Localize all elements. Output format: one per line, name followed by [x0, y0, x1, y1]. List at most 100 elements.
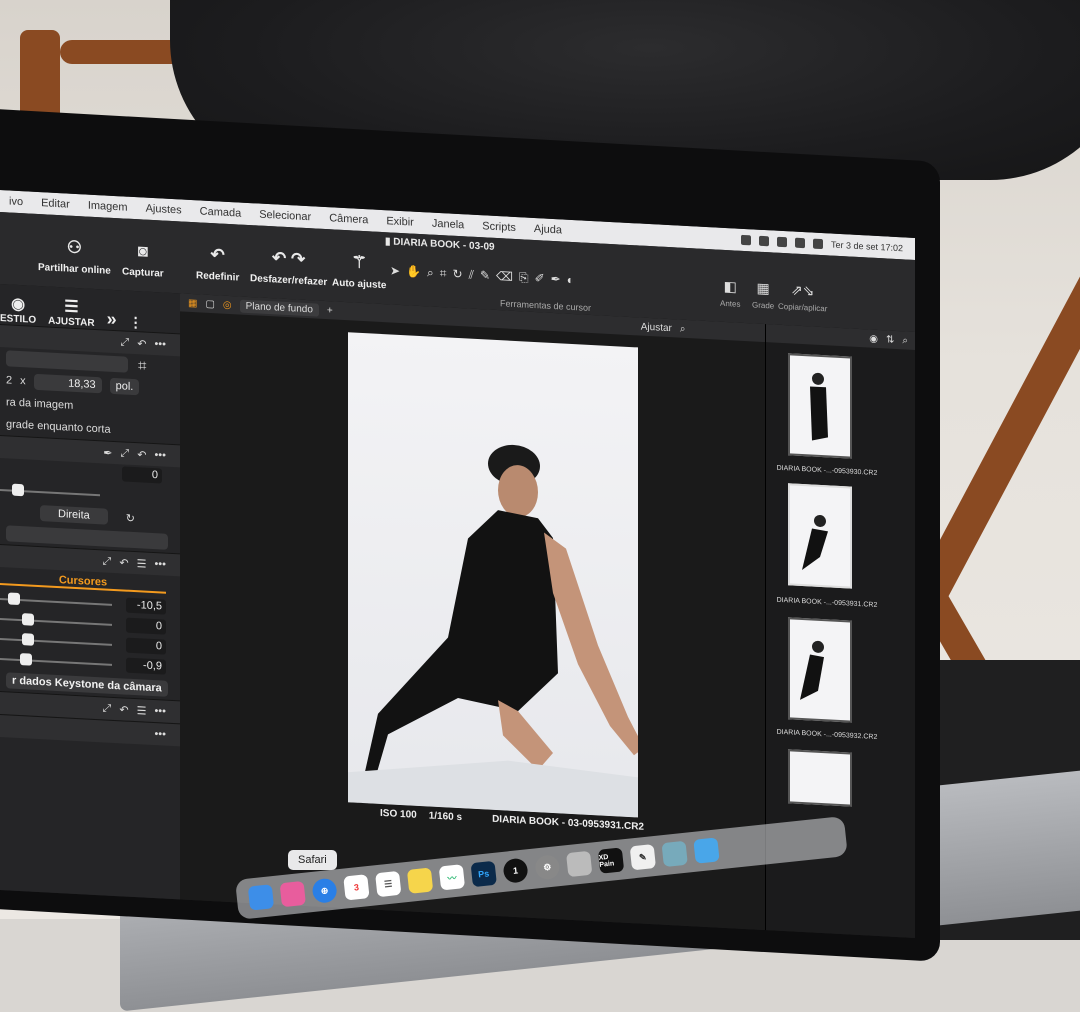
slider-knob[interactable]: [20, 653, 32, 666]
crop-icon[interactable]: ⌗: [138, 357, 146, 374]
slider-value[interactable]: 0: [126, 637, 166, 655]
single-view-icon[interactable]: ▢: [205, 298, 214, 309]
wifi-icon[interactable]: [794, 237, 805, 249]
settings-icon[interactable]: ⚙: [534, 854, 561, 881]
proof-icon[interactable]: ◎: [223, 299, 232, 310]
reset-section-icon[interactable]: ↶: [119, 556, 128, 569]
slider-knob[interactable]: [8, 592, 20, 606]
list-icon[interactable]: ☰: [137, 557, 147, 571]
preview-icon[interactable]: [566, 850, 593, 878]
sort-icon[interactable]: ⇅: [886, 334, 894, 345]
picker-tool-icon[interactable]: ✒: [551, 272, 561, 287]
status-icon[interactable]: [758, 235, 769, 247]
thumbnail[interactable]: [788, 749, 852, 807]
add-layer-icon[interactable]: +: [327, 305, 333, 316]
fit-label[interactable]: Ajustar: [641, 321, 672, 334]
grid-button[interactable]: ▦ Grade: [752, 279, 774, 311]
calendar-icon[interactable]: 3: [343, 874, 370, 901]
tab-adjust[interactable]: ☰ AJUSTAR: [48, 296, 94, 329]
rotate-tool-icon[interactable]: ↻: [453, 267, 463, 282]
status-icon[interactable]: [740, 234, 751, 246]
menu-item[interactable]: Selecionar: [250, 208, 320, 224]
reminders-icon[interactable]: ☰: [375, 870, 402, 898]
volume-icon[interactable]: [776, 236, 787, 248]
reset-section-icon[interactable]: ↶: [137, 337, 146, 350]
crop-width-value[interactable]: 2: [6, 374, 12, 386]
before-button[interactable]: ◧ Antes: [720, 278, 740, 309]
expand-icon[interactable]: ⤢: [120, 447, 129, 460]
crop-height-input[interactable]: 18,33: [33, 373, 102, 394]
slider-knob[interactable]: [22, 613, 34, 626]
gradient-tool-icon[interactable]: ◐: [567, 273, 574, 287]
copy-apply-button[interactable]: ⇗⇘ Copiar/aplicar: [778, 281, 827, 313]
xd-pain-icon[interactable]: XD Pain: [597, 847, 625, 874]
panel-menu-icon[interactable]: ⋮: [129, 314, 143, 332]
list-icon[interactable]: ☰: [137, 704, 147, 718]
photoshop-icon[interactable]: Ps: [470, 860, 497, 888]
safari-icon[interactable]: ⊕: [311, 877, 338, 904]
crop-option-label[interactable]: ra da imagem: [6, 396, 73, 412]
finder-icon[interactable]: [247, 884, 275, 911]
expand-icon[interactable]: ⤢: [120, 336, 129, 349]
thumbnail-selected[interactable]: [788, 483, 852, 589]
reset-button[interactable]: ↶ Redefinir: [196, 244, 239, 284]
menu-clock[interactable]: Ter 3 de set 17:02: [831, 240, 903, 254]
menu-item[interactable]: Ajuda: [525, 223, 571, 237]
rotate-icon[interactable]: ↻: [126, 511, 135, 524]
main-photo[interactable]: [348, 332, 638, 818]
more-options-icon[interactable]: •••: [154, 705, 166, 718]
layout-icon[interactable]: ▦: [188, 297, 197, 308]
notes-icon[interactable]: [406, 867, 434, 894]
menu-item[interactable]: Janela: [423, 217, 473, 232]
slider-value[interactable]: 0: [126, 617, 166, 635]
menu-item[interactable]: ivo: [0, 195, 32, 209]
thumbnail[interactable]: [788, 617, 852, 723]
picker-icon[interactable]: ✒: [103, 446, 112, 459]
tab-style[interactable]: ◉ ESTILO: [0, 293, 36, 326]
image-app-icon[interactable]: [661, 840, 688, 868]
undo-redo-button[interactable]: ↶ ↷ Desfazer/refazer: [250, 247, 327, 288]
more-options-icon[interactable]: •••: [154, 449, 166, 462]
menu-item[interactable]: Imagem: [79, 199, 137, 214]
reset-section-icon[interactable]: ↶: [137, 448, 146, 461]
pointer-tool-icon[interactable]: ➤: [390, 263, 400, 278]
thumbnail[interactable]: [788, 353, 852, 459]
expand-icon[interactable]: ⤢: [103, 555, 112, 568]
folder-icon[interactable]: [693, 837, 720, 864]
menu-item[interactable]: Ajustes: [137, 202, 191, 217]
battery-icon[interactable]: [812, 238, 823, 250]
auto-adjust-button[interactable]: ⚚ Auto ajuste: [332, 251, 386, 291]
slider-knob[interactable]: [12, 483, 24, 497]
reset-section-icon[interactable]: ↶: [119, 703, 128, 716]
expand-icon[interactable]: ⤢: [103, 702, 112, 715]
clone-tool-icon[interactable]: ⎘: [519, 270, 529, 286]
eraser-tool-icon[interactable]: ⌫: [496, 269, 513, 284]
view-icon[interactable]: ◉: [869, 333, 878, 344]
slider-value[interactable]: -0,9: [126, 657, 166, 675]
menu-item[interactable]: Câmera: [320, 212, 377, 227]
more-tabs-icon[interactable]: »: [107, 309, 117, 331]
menu-item[interactable]: Editar: [32, 197, 79, 211]
capture-button[interactable]: ◙ Capturar: [122, 240, 164, 279]
freeform-icon[interactable]: 〰: [438, 864, 466, 891]
hand-tool-icon[interactable]: ✋: [406, 264, 421, 279]
more-options-icon[interactable]: •••: [154, 558, 166, 571]
more-options-icon[interactable]: •••: [154, 728, 166, 741]
crop-tool-icon[interactable]: ⌗: [440, 266, 447, 281]
menu-item[interactable]: Exibir: [377, 215, 423, 229]
rotation-value[interactable]: 0: [122, 466, 162, 484]
zoom-tool-icon[interactable]: ⌕: [427, 265, 434, 280]
zoom-icon[interactable]: ⌕: [680, 323, 686, 334]
brush-tool-icon[interactable]: ✎: [480, 268, 490, 283]
search-icon[interactable]: ⌕: [902, 335, 908, 346]
crop-unit-select[interactable]: pol.: [109, 377, 140, 396]
slider-value[interactable]: -10,5: [126, 597, 166, 615]
slider-knob[interactable]: [22, 633, 34, 646]
flip-direction-button[interactable]: Direita: [40, 505, 108, 525]
menu-item[interactable]: Camada: [191, 205, 251, 220]
crop-grid-option-label[interactable]: grade enquanto corta: [6, 418, 111, 435]
more-options-icon[interactable]: •••: [154, 338, 166, 351]
heal-tool-icon[interactable]: ✐: [535, 271, 545, 286]
background-select[interactable]: Plano de fundo: [239, 299, 319, 317]
share-online-button[interactable]: ⚇ Partilhar online: [38, 236, 111, 276]
